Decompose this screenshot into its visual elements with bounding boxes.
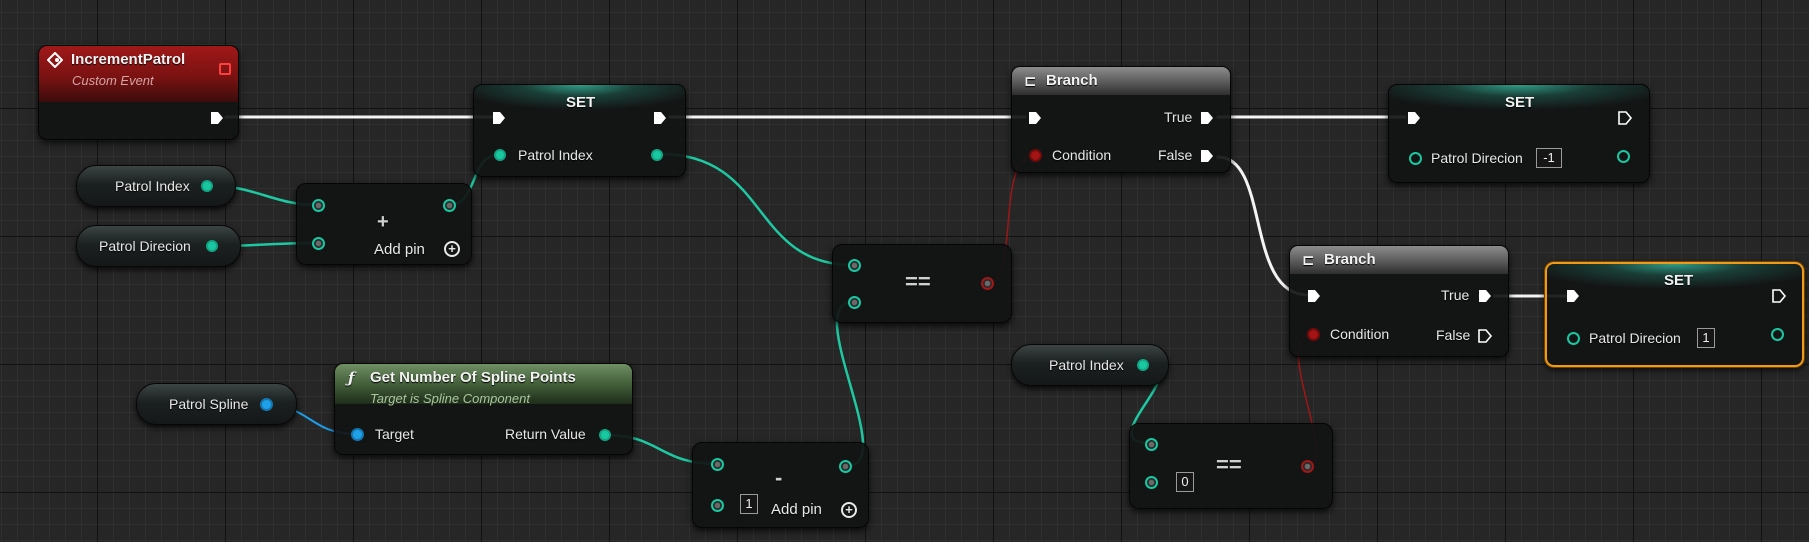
branch-1-false-pin[interactable] [1199,148,1215,164]
set-2-value-in-pin[interactable] [1409,152,1422,165]
patrol-index-getter-2-label: Patrol Index [1049,357,1124,373]
equals-1-input-b-pin[interactable] [848,296,861,309]
set-1-exec-out-pin[interactable] [652,110,668,126]
branch-1-header [1012,67,1230,95]
set-3-value-out-pin[interactable] [1771,328,1784,341]
add-pin-plus-icon[interactable]: + [444,241,460,257]
spline-function-subtitle: Target is Spline Component [370,391,530,406]
spline-return-pin[interactable] [599,429,611,441]
get-number-of-spline-points-node[interactable]: ƒ Get Number Of Spline Points Target is … [334,363,633,455]
branch-2-header [1290,246,1508,274]
spline-return-label: Return Value [505,426,586,442]
event-subtitle: Custom Event [72,73,154,88]
add-output-pin[interactable] [443,199,456,212]
patrol-spline-getter-label: Patrol Spline [169,396,249,412]
branch-1-true-label: True [1164,109,1193,125]
spline-function-title: Get Number Of Spline Points [370,369,576,386]
patrol-direcion-getter[interactable]: Patrol Direcion [76,225,241,267]
patrol-index-getter-1[interactable]: Patrol Index [76,165,236,207]
patrol-spline-getter-out-pin[interactable] [260,398,273,411]
set-3-exec-in-pin[interactable] [1565,288,1581,304]
set-3-exec-out-pin[interactable] [1771,288,1787,304]
set-3-value-in-pin[interactable] [1567,332,1580,345]
add-input-b-pin[interactable] [312,237,325,250]
set-1-title: SET [566,94,596,111]
branch-2-true-pin[interactable] [1477,288,1493,304]
branch-2-condition-label: Condition [1330,326,1390,342]
subtract-input-a-pin[interactable] [711,458,724,471]
branch-1-title: Branch [1046,72,1098,89]
event-delegate-icon[interactable] [219,63,231,75]
event-diamond-icon [47,52,63,68]
branch-1-false-label: False [1158,147,1193,163]
event-exec-out-pin[interactable] [209,110,225,126]
branch-node-2[interactable]: ⊏ Branch True Condition False [1289,245,1509,357]
patrol-spline-getter[interactable]: Patrol Spline [136,383,297,425]
equals-2-input-b-pin[interactable] [1145,476,1158,489]
spline-target-pin[interactable] [351,428,364,441]
equals-2-input-a-pin[interactable] [1145,438,1158,451]
event-title: IncrementPatrol [71,51,186,68]
set-1-pin-label: Patrol Index [518,147,593,163]
set-3-pin-label: Patrol Direcion [1589,330,1681,346]
add-integer-node[interactable]: + Add pin + [296,183,472,265]
subtract-output-pin[interactable] [839,460,852,473]
set-patrol-direcion-plus-node[interactable]: SET Patrol Direcion 1 [1545,262,1804,367]
equals-2-operator-symbol: == [1216,452,1242,477]
set-2-value-box[interactable]: -1 [1536,148,1562,168]
set-2-title: SET [1505,94,1535,111]
branch-2-false-label: False [1436,327,1471,343]
branch-1-condition-label: Condition [1052,147,1112,163]
equals-1-output-pin[interactable] [981,277,994,290]
branch-2-exec-in-pin[interactable] [1306,288,1322,304]
subtract-add-pin-plus-icon[interactable]: + [841,502,857,518]
equals-1-input-a-pin[interactable] [848,259,861,272]
patrol-direcion-getter-label: Patrol Direcion [99,238,191,254]
equals-2-output-pin[interactable] [1301,460,1314,473]
branch-2-title: Branch [1324,251,1376,268]
subtract-input-b-value[interactable]: 1 [740,494,758,514]
branch-1-condition-pin[interactable] [1029,149,1042,162]
branch-2-true-label: True [1441,287,1470,303]
equals-node-1[interactable]: == [832,244,1012,323]
set-2-pin-label: Patrol Direcion [1431,150,1523,166]
set-patrol-index-node[interactable]: SET Patrol Index [473,84,686,177]
equals-node-2[interactable]: 0 == [1129,423,1333,509]
add-operator-symbol: + [377,211,389,233]
equals-1-operator-symbol: == [905,269,931,294]
equals-2-input-b-value[interactable]: 0 [1176,472,1194,492]
branch-2-false-pin[interactable] [1477,328,1493,344]
patrol-direcion-getter-out-pin[interactable] [206,240,218,252]
int-wire-set-to-equals [658,152,855,267]
branch-2-condition-pin[interactable] [1307,328,1320,341]
patrol-index-getter-1-out-pin[interactable] [201,180,213,192]
subtract-input-b-pin[interactable] [711,499,724,512]
set-1-value-in-pin[interactable] [494,149,506,161]
set-patrol-direcion-minus-node[interactable]: SET Patrol Direcion -1 [1388,84,1650,183]
branch-1-icon: ⊏ [1024,73,1037,90]
branch-node-1[interactable]: ⊏ Branch True Condition False [1011,66,1231,173]
branch-2-icon: ⊏ [1302,252,1315,269]
patrol-index-getter-2[interactable]: Patrol Index [1011,344,1169,386]
set-1-exec-in-pin[interactable] [491,110,507,126]
branch-1-true-pin[interactable] [1199,110,1215,126]
spline-target-label: Target [375,426,414,442]
increment-patrol-event-node[interactable]: IncrementPatrol Custom Event [38,45,239,140]
branch-1-exec-in-pin[interactable] [1027,110,1043,126]
patrol-index-getter-2-out-pin[interactable] [1137,359,1149,371]
subtract-add-pin-label[interactable]: Add pin [771,501,822,518]
set-2-exec-in-pin[interactable] [1406,110,1422,126]
add-input-a-pin[interactable] [312,199,325,212]
add-pin-label[interactable]: Add pin [374,241,425,258]
function-f-icon: ƒ [348,369,355,387]
subtract-operator-symbol: - [775,465,783,490]
set-1-value-out-pin[interactable] [651,149,663,161]
patrol-index-getter-1-label: Patrol Index [115,178,190,194]
set-3-title: SET [1664,272,1694,289]
set-3-value-box[interactable]: 1 [1697,328,1715,348]
set-2-exec-out-pin[interactable] [1617,110,1633,126]
subtract-integer-node[interactable]: - 1 Add pin + [692,442,869,528]
set-2-value-out-pin[interactable] [1617,150,1630,163]
